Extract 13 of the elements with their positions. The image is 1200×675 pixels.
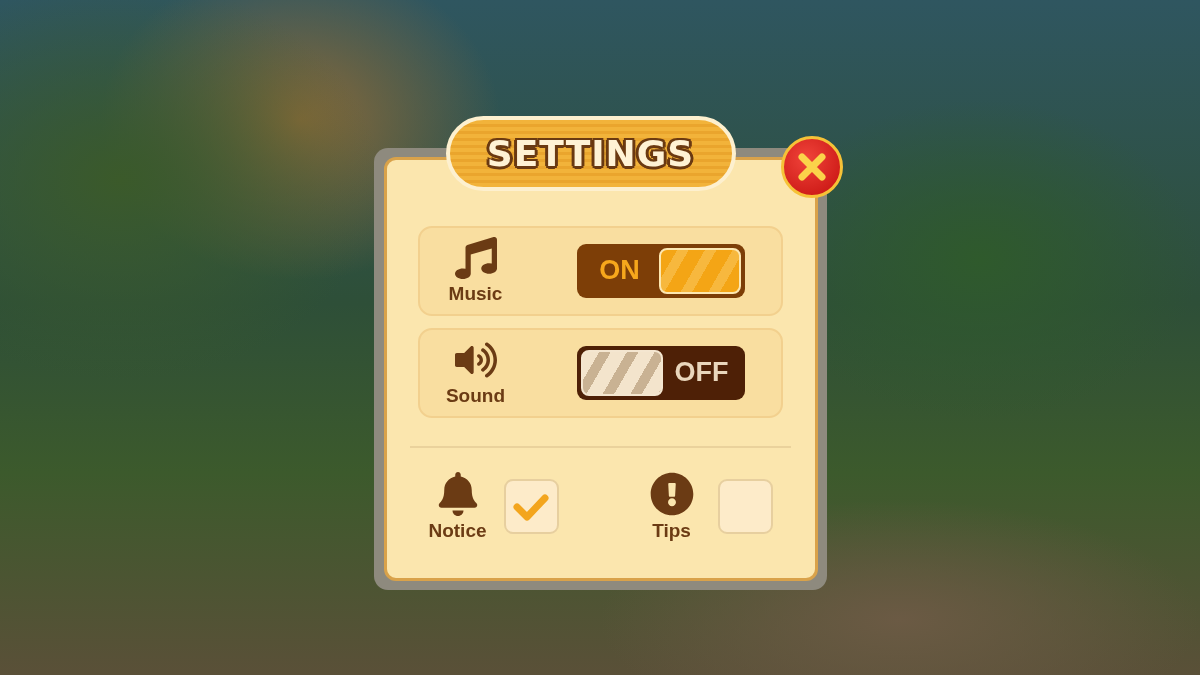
- toggle-switch[interactable]: ON: [576, 243, 745, 298]
- panel-title: SETTINGS: [486, 132, 695, 174]
- checkmark-icon: [512, 491, 550, 522]
- toggle-switch[interactable]: OFF: [576, 345, 745, 400]
- setting-label: Sound: [445, 384, 506, 407]
- checkbox[interactable]: [503, 479, 559, 534]
- setting-label: Music: [448, 282, 503, 305]
- option-label: Tips: [652, 519, 691, 542]
- exclamation-icon: [649, 471, 694, 516]
- close-icon: [796, 151, 827, 182]
- option-label: Notice: [428, 519, 487, 542]
- music-note-icon: [454, 236, 497, 279]
- checkbox[interactable]: [717, 479, 773, 534]
